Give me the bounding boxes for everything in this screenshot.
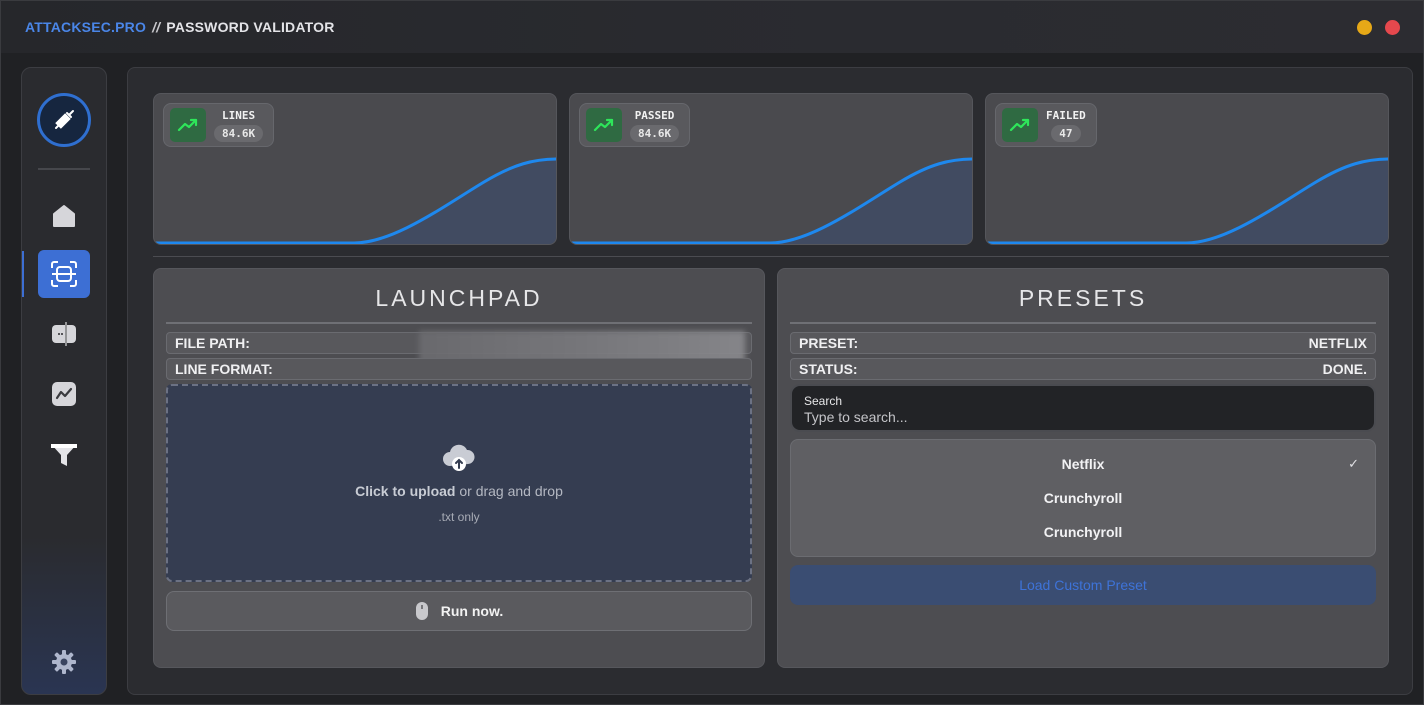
preset-option-crunchyroll-2[interactable]: Crunchyroll [791, 515, 1375, 549]
stat-label: LINES [222, 108, 256, 122]
preset-list: Netflix ✓ Crunchyroll Crunchyroll [790, 439, 1376, 557]
chart-icon [52, 382, 76, 406]
minimize-button[interactable] [1357, 20, 1372, 35]
sidebar-divider [38, 168, 90, 170]
stat-card-passed: PASSED 84.6K [569, 93, 973, 245]
dropzone-rest-text: or drag and drop [455, 483, 563, 499]
stat-label: PASSED [634, 108, 675, 122]
preset-value: NETFLIX [1308, 335, 1367, 351]
syringe-icon [55, 110, 74, 129]
dropzone-hint: .txt only [438, 510, 480, 524]
line-format-label: LINE FORMAT: [175, 361, 273, 377]
panel-rule [166, 322, 752, 324]
sidebar-item-analytics[interactable] [38, 370, 90, 418]
close-button[interactable] [1385, 20, 1400, 35]
search-label: Search [804, 394, 843, 408]
search-field[interactable]: Search [790, 384, 1376, 432]
sidebar-item-home[interactable] [38, 192, 90, 240]
app-window: ATTACKSEC.PRO // PASSWORD VALIDATOR LINES … [0, 0, 1424, 705]
trending-up-icon [586, 108, 622, 142]
option-label: Crunchyroll [1043, 490, 1123, 506]
stat-value: 47 [1051, 124, 1081, 142]
preset-option-netflix[interactable]: Netflix ✓ [791, 447, 1375, 481]
stat-card-lines: LINES 84.6K [153, 93, 557, 245]
click-to-upload-link[interactable]: Click to upload [355, 483, 455, 499]
status-label: STATUS: [799, 361, 858, 377]
mouse-icon [415, 602, 428, 620]
launchpad-panel: LAUNCHPAD FILE PATH: LINE FORMAT: Click … [153, 268, 765, 668]
upload-dropzone[interactable]: Click to upload or drag and drop .txt on… [166, 384, 752, 582]
stat-badge: PASSED 84.6K [579, 103, 691, 147]
stat-value: 84.6K [214, 124, 264, 142]
app-title: PASSWORD VALIDATOR [166, 19, 335, 35]
main-content: LINES 84.6K PASSED 84.6K FAILED 47 LAUNC… [127, 67, 1413, 695]
preset-option-crunchyroll[interactable]: Crunchyroll [791, 481, 1375, 515]
file-path-row[interactable]: FILE PATH: [166, 331, 752, 375]
settings-button[interactable] [50, 648, 78, 681]
trending-up-icon [1002, 108, 1038, 142]
presets-panel: PRESETS PRESET: NETFLIX STATUS: DONE. Se… [777, 268, 1389, 668]
section-divider [153, 256, 1389, 257]
load-custom-preset-button[interactable]: Load Custom Preset [790, 565, 1376, 605]
check-icon: ✓ [1348, 456, 1359, 471]
brand-name: ATTACKSEC.PRO [25, 19, 147, 35]
app-brand: ATTACKSEC.PRO // PASSWORD VALIDATOR [25, 19, 335, 35]
stat-badge: FAILED 47 [995, 103, 1097, 147]
line-format-row[interactable]: LINE FORMAT: [166, 358, 752, 380]
option-label: Crunchyroll [1043, 524, 1123, 540]
sidebar [21, 67, 107, 695]
option-label: Netflix [1061, 456, 1105, 472]
home-icon [53, 205, 75, 227]
dropzone-text: Click to upload or drag and drop [168, 483, 750, 499]
brand-separator: // [152, 19, 161, 35]
status-value: DONE. [1322, 361, 1367, 377]
gear-icon [52, 650, 76, 674]
stat-badge: LINES 84.6K [163, 103, 275, 147]
preset-row: PRESET: NETFLIX [790, 332, 1376, 354]
search-input[interactable] [804, 409, 1362, 425]
split-icon [52, 322, 76, 346]
stat-card-failed: FAILED 47 [985, 93, 1389, 245]
scan-icon [51, 261, 77, 287]
panel-rule [790, 322, 1376, 324]
filter-icon [51, 444, 77, 466]
panel-title: PRESETS [1018, 285, 1148, 311]
preset-label: PRESET: [799, 335, 859, 351]
panel-title: LAUNCHPAD [375, 285, 543, 311]
trending-up-icon [170, 108, 206, 142]
load-button-label: Load Custom Preset [1019, 577, 1147, 593]
file-path-label: FILE PATH: [175, 335, 250, 351]
run-button-label: Run now. [440, 603, 504, 619]
active-indicator [22, 251, 24, 297]
titlebar: ATTACKSEC.PRO // PASSWORD VALIDATOR [1, 1, 1423, 53]
status-row: STATUS: DONE. [790, 358, 1376, 380]
sidebar-item-split[interactable] [38, 310, 90, 358]
cloud-upload-icon [442, 442, 476, 479]
sidebar-item-scan[interactable] [38, 250, 90, 298]
stat-value: 84.6K [630, 124, 680, 142]
app-logo [37, 93, 91, 147]
stat-label: FAILED [1046, 108, 1086, 122]
sidebar-item-filter[interactable] [38, 430, 90, 478]
run-button[interactable]: Run now. [166, 591, 752, 631]
